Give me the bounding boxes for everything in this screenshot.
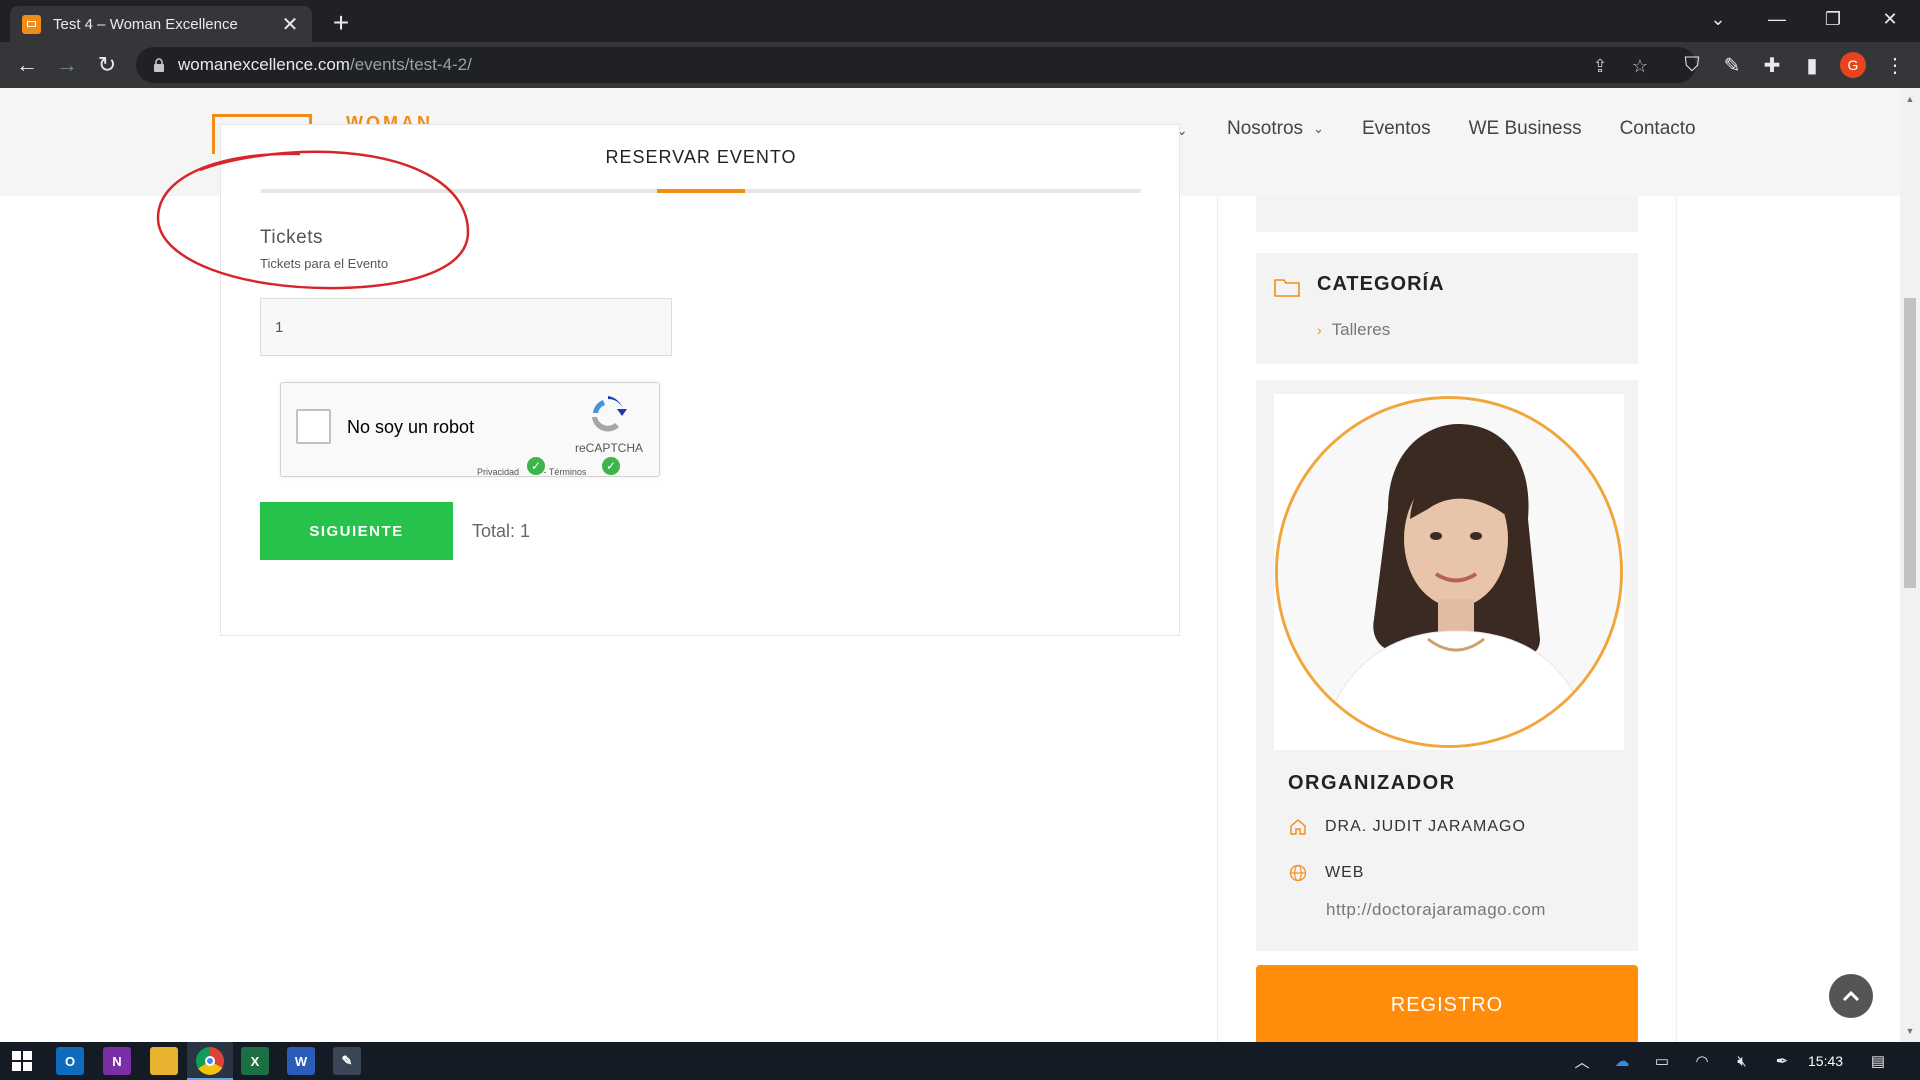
browser-menu-icon[interactable]: ⋮ — [1880, 50, 1910, 80]
recaptcha-logo-icon — [587, 395, 629, 435]
word-icon[interactable]: W — [287, 1047, 315, 1075]
check-circle-icon: ✓ — [602, 457, 620, 475]
web-page: WOMAN ⌄ Nosotros ⌄ Eventos WE Business Co… — [0, 88, 1900, 1042]
bookmark-star-icon[interactable]: ☆ — [1630, 56, 1650, 76]
window-close-icon[interactable]: ✕ — [1870, 4, 1910, 34]
notifications-icon[interactable]: ▤ — [1868, 1051, 1888, 1071]
total-text: Total: 1 — [472, 521, 531, 541]
red-annotation-circle — [156, 150, 470, 290]
scroll-to-top-button[interactable] — [1829, 974, 1873, 1018]
nav-item-we-business[interactable]: WE Business — [1469, 118, 1582, 140]
share-icon[interactable]: ⇪ — [1590, 56, 1610, 76]
browser-tab[interactable]: Test 4 – Woman Excellence ✕ — [10, 6, 312, 42]
category-box: CATEGORÍA › Talleres — [1256, 253, 1638, 364]
sidebar-box-top — [1256, 196, 1638, 232]
recaptcha-checkbox[interactable] — [296, 409, 331, 444]
scroll-down-arrow-icon[interactable]: ▼ — [1904, 1026, 1916, 1036]
taskbar-clock[interactable]: 15:43 — [1808, 1053, 1843, 1069]
lock-icon[interactable] — [152, 58, 166, 72]
forward-icon[interactable]: → — [52, 50, 82, 80]
nav-label: Nosotros — [1227, 118, 1304, 139]
extensions-puzzle-icon[interactable]: ✚ — [1757, 50, 1787, 80]
recaptcha-brand: reCAPTCHA — [575, 441, 644, 455]
back-icon[interactable]: ← — [12, 50, 42, 80]
nav-item-nosotros[interactable]: Nosotros ⌄ — [1227, 118, 1324, 140]
recaptcha-label: No soy un robot — [347, 417, 475, 437]
organizer-web-row: WEB — [1288, 863, 1364, 883]
battery-icon[interactable]: ▭ — [1652, 1051, 1672, 1071]
browser-toolbar: ← → ↻ womanexcellence.com/events/test-4-… — [0, 42, 1920, 88]
recaptcha-terms-link[interactable]: Términos — [549, 467, 587, 477]
category-title: CATEGORÍA — [1317, 273, 1445, 295]
profile-avatar[interactable]: G — [1840, 52, 1866, 78]
url-text: womanexcellence.com/events/test-4-2/ — [178, 55, 472, 75]
category-item[interactable]: › Talleres — [1317, 320, 1390, 340]
folder-icon — [1274, 277, 1300, 297]
tab-search-icon[interactable]: ⌄ — [1698, 4, 1738, 34]
main-nav: Nosotros ⌄ Eventos WE Business Contacto — [1227, 118, 1734, 140]
organizer-photo-frame — [1274, 394, 1624, 750]
show-hidden-icons-icon[interactable]: ︿ — [1572, 1051, 1592, 1071]
reload-icon[interactable]: ↻ — [92, 50, 122, 80]
address-bar[interactable]: womanexcellence.com/events/test-4-2/ ⇪ ☆ — [136, 47, 1696, 83]
chevron-down-icon: ⌄ — [1313, 121, 1324, 136]
sidebar-divider — [1676, 196, 1677, 1042]
scroll-up-arrow-icon[interactable]: ▲ — [1904, 94, 1916, 104]
organizer-name-row: DRA. JUDIT JARAMAGO — [1288, 817, 1526, 837]
page-scrollbar[interactable]: ▲ ▼ — [1900, 88, 1920, 1042]
restore-icon[interactable]: ❐ — [1813, 4, 1853, 34]
misc-app-icon[interactable]: ✎ — [333, 1047, 361, 1075]
volume-muted-icon[interactable]: 🔇︎ — [1732, 1051, 1752, 1071]
onenote-icon[interactable]: N — [103, 1047, 131, 1075]
booking-tab-indicator — [657, 189, 745, 193]
outlook-icon[interactable]: O — [56, 1047, 84, 1075]
category-label: Talleres — [1331, 320, 1391, 339]
nav-item-contacto[interactable]: Contacto — [1620, 118, 1696, 140]
excel-icon[interactable]: X — [241, 1047, 269, 1075]
url-path: /events/test-4-2/ — [349, 55, 472, 74]
minimize-icon[interactable]: — — [1757, 4, 1797, 34]
home-icon — [1288, 817, 1308, 837]
organizer-photo — [1275, 396, 1623, 748]
browser-tab-bar: Test 4 – Woman Excellence ✕ + ⌄ — ❐ ✕ — [0, 0, 1920, 42]
scrollbar-thumb[interactable] — [1904, 298, 1916, 588]
chrome-icon[interactable] — [196, 1047, 224, 1075]
nav-item-eventos[interactable]: Eventos — [1362, 118, 1431, 140]
chevron-right-icon: › — [1317, 322, 1322, 338]
recaptcha-widget: No soy un robot reCAPTCHA Privacidad - T… — [280, 382, 660, 477]
organizer-box: ORGANIZADOR DRA. JUDIT JARAMAGO WEB http… — [1256, 380, 1638, 951]
pen-icon[interactable]: ✒ — [1772, 1051, 1792, 1071]
chevron-up-icon — [1842, 990, 1860, 1002]
extension-pen-icon[interactable]: ✎ — [1717, 50, 1747, 80]
recaptcha-privacy-link[interactable]: Privacidad — [477, 467, 519, 477]
file-explorer-icon[interactable] — [150, 1047, 178, 1075]
onedrive-icon[interactable]: ☁ — [1612, 1051, 1632, 1071]
organizer-title: ORGANIZADOR — [1288, 772, 1456, 794]
organizer-website-link[interactable]: http://doctorajaramago.com — [1326, 900, 1546, 920]
side-panel-icon[interactable]: ▮ — [1797, 50, 1827, 80]
check-circle-icon: ✓ — [527, 457, 545, 475]
tab-close-icon[interactable]: ✕ — [280, 12, 300, 37]
new-tab-icon[interactable]: + — [326, 7, 356, 39]
organizer-name: DRA. JUDIT JARAMAGO — [1325, 818, 1526, 835]
windows-taskbar: O N X W ✎ ︿ ☁ ▭ ◠ 🔇︎ ✒ 15:43 ▤ — [0, 1042, 1920, 1080]
sidebar-divider — [1217, 196, 1218, 1042]
tab-title: Test 4 – Woman Excellence — [53, 15, 238, 33]
site-favicon-icon — [22, 14, 41, 34]
extension-shield-icon[interactable]: ⛉ — [1677, 50, 1707, 80]
wifi-icon[interactable]: ◠ — [1692, 1051, 1712, 1071]
windows-start-icon[interactable] — [8, 1047, 36, 1075]
web-label: WEB — [1325, 864, 1365, 881]
url-host: womanexcellence.com — [178, 55, 350, 74]
register-button[interactable]: REGISTRO — [1256, 965, 1638, 1042]
next-button[interactable]: SIGUIENTE — [260, 502, 453, 560]
globe-icon — [1288, 863, 1308, 883]
